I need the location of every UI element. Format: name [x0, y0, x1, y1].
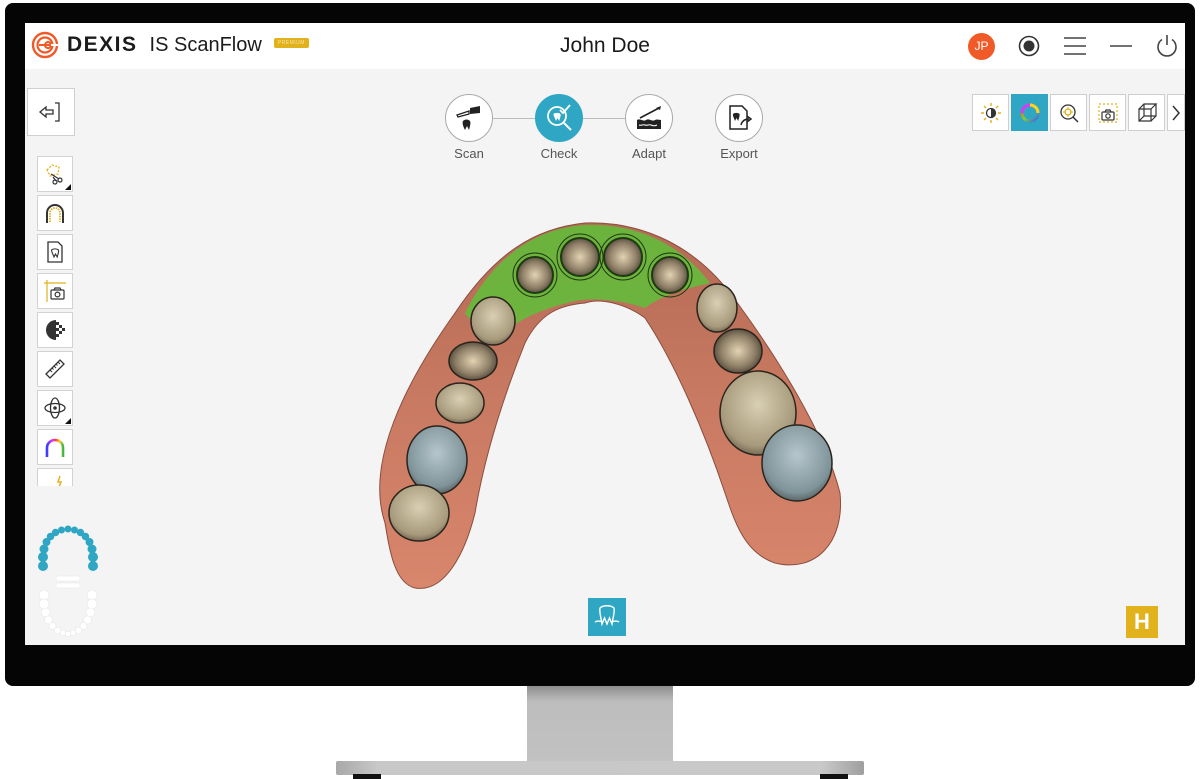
step-label: Scan — [454, 146, 484, 161]
record-icon[interactable] — [1017, 34, 1041, 58]
export-icon — [729, 105, 753, 130]
menu-icon[interactable] — [1063, 34, 1087, 58]
camera-frame-icon — [44, 280, 66, 302]
snapshot-icon — [1097, 102, 1118, 123]
zoom-target-icon — [1059, 103, 1079, 123]
color-mode-button[interactable] — [1011, 94, 1048, 131]
tooth-document-icon — [47, 241, 63, 263]
texture-toggle-icon — [46, 320, 65, 340]
tooth-flash-icon — [56, 475, 63, 486]
tool-arch-trim[interactable] — [37, 195, 73, 231]
adapt-icon — [637, 106, 661, 129]
exit-button[interactable] — [27, 88, 75, 136]
ruler-icon — [45, 359, 65, 379]
tool-tooth-flash[interactable] — [37, 468, 73, 486]
arch-trim-icon — [46, 204, 64, 223]
user-avatar[interactable]: JP — [968, 32, 995, 60]
step-check[interactable]: Check — [529, 94, 589, 161]
jaw-selector[interactable] — [35, 523, 101, 639]
scanner-icon — [456, 106, 480, 130]
step-adapt[interactable]: Adapt — [619, 94, 679, 161]
minimize-icon[interactable] — [1109, 34, 1133, 58]
step-label: Export — [720, 146, 758, 161]
tool-lasso-cut[interactable] — [37, 156, 73, 192]
view-toolbar — [972, 94, 1185, 131]
top-bar: DEXIS IS ScanFlow PREMIUM John Doe JP — [25, 23, 1185, 69]
step-label: Adapt — [632, 146, 666, 161]
snapshot-button[interactable] — [1089, 94, 1126, 131]
upper-arch — [38, 525, 98, 571]
exit-icon — [38, 102, 60, 122]
monitor-stand-neck — [527, 686, 673, 764]
submenu-indicator — [65, 418, 71, 424]
submenu-indicator — [65, 184, 71, 190]
chevron-right-icon — [1172, 105, 1180, 120]
tool-camera-frame[interactable] — [37, 273, 73, 309]
rainbow-arch-icon — [45, 438, 65, 457]
rotate-orbit-icon — [44, 397, 66, 419]
scan-3d-view[interactable] — [345, 193, 845, 593]
monitor-bezel: DEXIS IS ScanFlow PREMIUM John Doe JP Sc… — [5, 3, 1195, 686]
wireframe-cube-icon — [1137, 102, 1157, 122]
app-window: DEXIS IS ScanFlow PREMIUM John Doe JP Sc… — [25, 23, 1185, 645]
tool-ruler[interactable] — [37, 351, 73, 387]
lasso-cut-icon — [46, 164, 63, 185]
zoom-target-button[interactable] — [1050, 94, 1087, 131]
step-scan[interactable]: Scan — [439, 94, 499, 161]
stand-foot — [353, 774, 381, 779]
brightness-button[interactable] — [972, 94, 1009, 131]
tooth-gum-icon — [594, 605, 620, 627]
monitor-stand-base — [336, 761, 864, 775]
tool-rainbow-arch[interactable] — [37, 429, 73, 465]
wireframe-button[interactable] — [1128, 94, 1165, 131]
more-tools-button[interactable] — [1167, 94, 1185, 131]
tool-tooth-document[interactable] — [37, 234, 73, 270]
tool-palette — [37, 156, 75, 486]
tool-rotate-orbit[interactable] — [37, 390, 73, 426]
brightness-icon — [980, 102, 1001, 123]
color-wheel-icon — [1020, 103, 1039, 122]
step-label: Check — [540, 146, 578, 161]
stand-foot — [820, 774, 848, 779]
tool-texture-toggle[interactable] — [37, 312, 73, 348]
power-icon[interactable] — [1155, 34, 1179, 58]
step-export[interactable]: Export — [709, 94, 769, 161]
workflow-stepper: Scan Check Adapt Export — [445, 94, 775, 164]
tooth-view-button[interactable] — [588, 598, 626, 636]
h-badge[interactable]: H — [1126, 606, 1158, 638]
window-controls: JP — [968, 31, 1185, 61]
check-tooth-icon — [547, 104, 572, 131]
lower-arch — [38, 575, 98, 638]
